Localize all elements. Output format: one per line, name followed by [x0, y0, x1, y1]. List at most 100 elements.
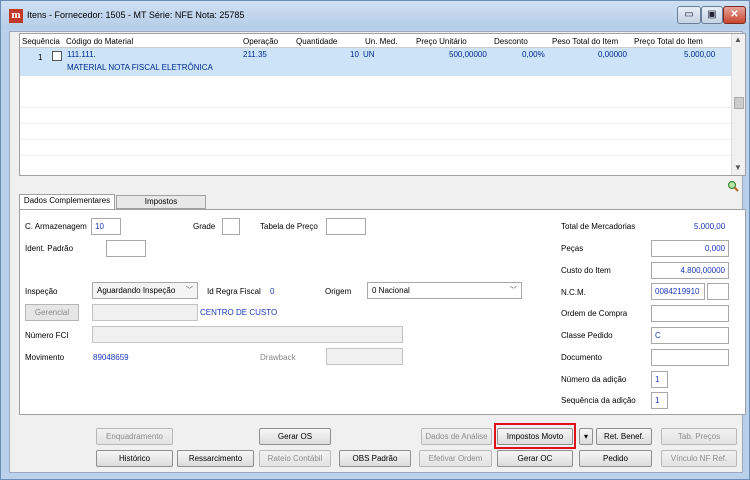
grid-header: Sequência Código do Material Operação Qu… — [20, 34, 731, 48]
numero-adicao-label: Número da adição — [561, 375, 627, 384]
classe-pedido-label: Classe Pedido — [561, 331, 613, 340]
empty-row — [20, 92, 731, 108]
tab-impostos[interactable]: Impostos — [116, 195, 206, 209]
ident-padrao-field[interactable] — [106, 240, 146, 257]
column-header-peso-total[interactable]: Peso Total do Item — [552, 37, 618, 46]
id-regra-fiscal-value: 0 — [270, 287, 275, 296]
tabela-preco-field[interactable] — [326, 218, 366, 235]
documento-label: Documento — [561, 353, 602, 362]
row-preco-unitario: 500,00000 — [449, 50, 487, 59]
impostos-dropdown-button[interactable]: ▾ — [579, 428, 593, 445]
column-header-operacao[interactable]: Operação — [243, 37, 278, 46]
inspecao-select[interactable]: Aguardando Inspeção ﹀ — [92, 282, 198, 299]
ordem-compra-label: Ordem de Compra — [561, 309, 628, 318]
row-checkbox[interactable] — [52, 51, 62, 61]
column-header-quantidade[interactable]: Quantidade — [296, 37, 337, 46]
column-header-codigo[interactable]: Código do Material — [66, 37, 133, 46]
ident-padrao-label: Ident. Padrão — [25, 244, 74, 253]
close-button[interactable]: ✕ — [723, 6, 746, 24]
row-codigo: 111.111. — [67, 50, 96, 59]
efetivar-ordem-button[interactable]: Efetivar Ordem — [419, 450, 492, 467]
grid-vertical-scrollbar[interactable]: ▲ ▼ — [731, 34, 745, 175]
vinculo-nf-ref-button[interactable]: Vínculo NF Ref. — [661, 450, 737, 467]
rateio-contabil-button[interactable]: Rateio Contábil — [259, 450, 331, 467]
historico-button[interactable]: Histórico — [96, 450, 173, 467]
empty-row — [20, 140, 731, 156]
pecas-field[interactable]: 0,000 — [651, 240, 729, 257]
pedido-button[interactable]: Pedido — [579, 450, 652, 467]
column-header-preco-unitario[interactable]: Preço Unitário — [416, 37, 467, 46]
empty-row — [20, 124, 731, 140]
items-grid: Sequência Código do Material Operação Qu… — [19, 33, 746, 176]
gerar-os-button[interactable]: Gerar OS — [259, 428, 331, 445]
window-title: Itens - Fornecedor: 1505 - MT Série: NFE… — [27, 10, 245, 20]
search-icon[interactable] — [727, 180, 739, 192]
row-sequencia: 1 — [38, 53, 43, 62]
movimento-label: Movimento — [25, 353, 65, 362]
column-header-unidade[interactable]: Un. Med. — [365, 37, 397, 46]
row-quantidade: 10 — [350, 50, 359, 59]
gerencial-button[interactable]: Gerencial — [25, 304, 79, 321]
custo-item-label: Custo do Item — [561, 266, 611, 275]
custo-item-field[interactable]: 4.800,00000 — [651, 262, 729, 279]
origem-label: Origem — [325, 287, 352, 296]
tabela-preco-label: Tabela de Preço — [260, 222, 318, 231]
inspecao-value: Aguardando Inspeção — [97, 286, 176, 295]
tab-precos-button[interactable]: Tab. Preços — [661, 428, 737, 445]
classe-pedido-field[interactable]: C — [651, 327, 729, 344]
title-bar[interactable]: m Itens - Fornecedor: 1505 - MT Série: N… — [1, 1, 749, 29]
pecas-label: Peças — [561, 244, 584, 253]
ordem-compra-field[interactable] — [651, 305, 729, 322]
tab-panel-dados-complementares: C. Armazenagem 10 Grade Tabela de Preço … — [19, 209, 746, 415]
origem-select[interactable]: 0 Nacional ﹀ — [367, 282, 522, 299]
app-logo-icon: m — [9, 9, 23, 23]
maximize-button[interactable]: ▣ — [701, 6, 723, 24]
armazenagem-label: C. Armazenagem — [25, 222, 87, 231]
numero-fci-field — [92, 326, 403, 343]
origem-value: 0 Nacional — [372, 286, 410, 295]
numero-adicao-field[interactable]: 1 — [651, 371, 668, 388]
ncm-extra-field[interactable] — [707, 283, 729, 300]
enquadramento-button[interactable]: Enquadramento — [96, 428, 173, 445]
ret-benef-button[interactable]: Ret. Benef. — [596, 428, 652, 445]
centro-custo-link[interactable]: CENTRO DE CUSTO — [200, 308, 277, 317]
row-desconto: 0,00% — [522, 50, 545, 59]
tab-dados-complementares[interactable]: Dados Complementares — [19, 194, 115, 210]
armazenagem-field[interactable]: 10 — [91, 218, 121, 235]
column-header-preco-total[interactable]: Preço Total do Item — [634, 37, 703, 46]
empty-row — [20, 108, 731, 124]
drawback-label: Drawback — [260, 353, 296, 362]
inspecao-label: Inspeção — [25, 287, 58, 296]
row-peso-total: 0,00000 — [598, 50, 627, 59]
row-unidade: UN — [363, 50, 375, 59]
documento-field[interactable] — [651, 349, 729, 366]
gerar-oc-button[interactable]: Gerar OC — [497, 450, 573, 467]
column-header-sequencia[interactable]: Sequência — [22, 37, 60, 46]
row-preco-total: 5.000,00 — [684, 50, 716, 59]
total-mercadorias-label: Total de Mercadorias — [561, 222, 636, 231]
total-mercadorias-value: 5.000,00 — [694, 222, 726, 231]
chevron-down-icon: ﹀ — [186, 287, 193, 294]
ressarcimento-button[interactable]: Ressarcimento — [177, 450, 254, 467]
dados-analise-button[interactable]: Dados de Análise — [421, 428, 492, 445]
impostos-movto-highlight — [494, 423, 576, 449]
row-descricao: MATERIAL NOTA FISCAL ELETRÔNICA — [67, 63, 213, 72]
sequencia-adicao-field[interactable]: 1 — [651, 392, 668, 409]
grade-label: Grade — [193, 222, 216, 231]
numero-fci-label: Número FCI — [25, 331, 69, 340]
window-content: Sequência Código do Material Operação Qu… — [9, 31, 746, 473]
table-row[interactable]: 1 111.111. MATERIAL NOTA FISCAL ELETRÔNI… — [20, 48, 731, 76]
scroll-up-icon[interactable]: ▲ — [734, 35, 742, 44]
id-regra-fiscal-label: Id Regra Fiscal — [207, 287, 261, 296]
minimize-button[interactable]: ▭ — [677, 6, 701, 24]
scroll-down-icon[interactable]: ▼ — [734, 163, 742, 172]
row-operacao: 211.35 — [243, 50, 267, 59]
obs-padrao-button[interactable]: OBS Padrão — [339, 450, 411, 467]
gerencial-field — [92, 304, 198, 321]
scroll-thumb[interactable] — [734, 97, 744, 109]
ncm-field[interactable]: 0084219910 — [651, 283, 705, 300]
ncm-label: N.C.M. — [561, 288, 586, 297]
column-header-desconto[interactable]: Desconto — [494, 37, 528, 46]
grade-field[interactable] — [222, 218, 240, 235]
sequencia-adicao-label: Sequência da adição — [561, 396, 636, 405]
